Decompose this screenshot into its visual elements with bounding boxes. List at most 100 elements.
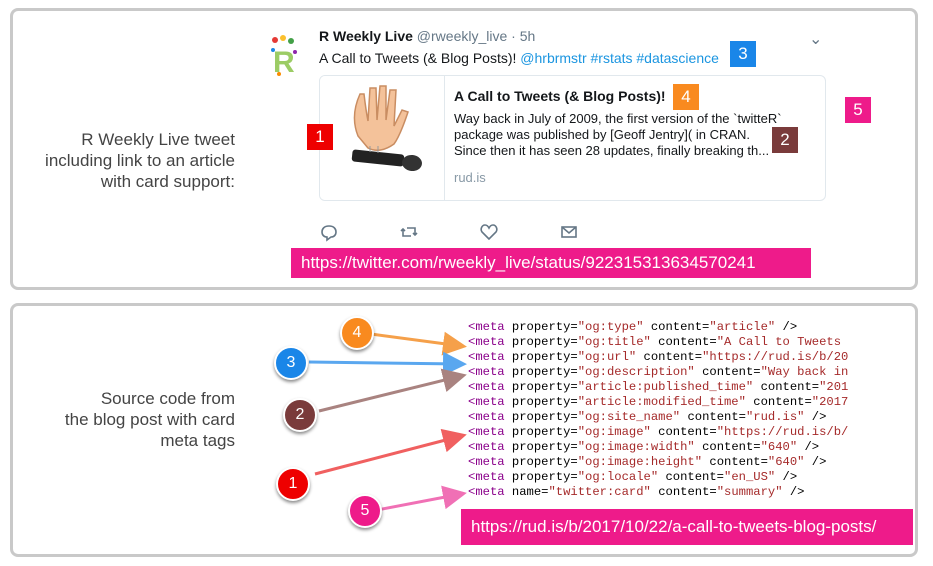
- marker-2-box: 2: [772, 127, 798, 153]
- tweet-text: A Call to Tweets (& Blog Posts)! @hrbrms…: [319, 50, 719, 66]
- meta-tags-code: <meta property="og:type" content="articl…: [468, 320, 890, 500]
- code-prop: "twitter:card": [548, 485, 651, 499]
- marker-1-box: 1: [307, 124, 333, 150]
- tweet-handle-time[interactable]: @rweekly_live · 5h: [417, 28, 535, 44]
- code-value: "summary": [716, 485, 783, 499]
- code-line: <meta property="article:published_time" …: [468, 380, 890, 395]
- code-tag: <meta: [468, 365, 505, 379]
- link-card[interactable]: A Call to Tweets (& Blog Posts)! Way bac…: [319, 75, 826, 201]
- code-attr: name=: [504, 485, 549, 499]
- code-end: />: [775, 470, 798, 484]
- arrow-2: [318, 368, 467, 413]
- card-desc-line: Way back in July of 2009, the first vers…: [454, 111, 782, 126]
- code-prop: "og:image": [577, 425, 651, 439]
- code-line: <meta property="og:url" content="https:/…: [468, 350, 890, 365]
- code-tag: <meta: [468, 410, 505, 424]
- code-attr: property=: [504, 470, 578, 484]
- code-tag: <meta: [468, 455, 505, 469]
- tweet-text-body: A Call to Tweets (& Blog Posts)!: [319, 50, 521, 66]
- code-tag: <meta: [468, 320, 505, 334]
- card-domain[interactable]: rud.is: [454, 170, 486, 185]
- tweet-author[interactable]: R Weekly Live @rweekly_live · 5h: [319, 28, 535, 44]
- code-tag: <meta: [468, 350, 505, 364]
- code-prop: "og:image:width": [577, 440, 695, 454]
- code-tag: <meta: [468, 380, 505, 394]
- source-panel: Source code from the blog post with card…: [10, 303, 918, 557]
- card-desc-line: Since then it has seen 28 updates, final…: [454, 143, 770, 158]
- arrow-5: [376, 485, 467, 512]
- code-tag: <meta: [468, 440, 505, 454]
- hand-mic-drop-image: [320, 76, 445, 200]
- code-line: <meta property="og:title" content="A Cal…: [468, 335, 890, 350]
- code-tag: <meta: [468, 395, 505, 409]
- code-value: "rud.is": [745, 410, 805, 424]
- code-end: />: [782, 485, 805, 499]
- marker-5-circle: 5: [348, 494, 382, 528]
- marker-5-box: 5: [845, 97, 871, 123]
- card-description: Way back in July of 2009, the first vers…: [454, 111, 800, 159]
- tweet-caption: R Weekly Live tweet including link to an…: [45, 130, 235, 191]
- code-line: <meta property="og:image:height" content…: [468, 455, 890, 470]
- marker-4-box: 4: [673, 84, 699, 110]
- code-tag: <meta: [468, 485, 505, 499]
- code-attr: property=: [504, 440, 578, 454]
- code-line: <meta property="og:description" content=…: [468, 365, 890, 380]
- code-attr: content=: [658, 470, 724, 484]
- marker-3-box: 3: [730, 41, 756, 67]
- code-attr: property=: [504, 455, 578, 469]
- chevron-down-icon[interactable]: ⌄: [809, 29, 822, 49]
- code-prop: "og:url": [577, 350, 637, 364]
- r-weekly-avatar[interactable]: R: [267, 34, 301, 78]
- code-attr: content=: [636, 350, 703, 364]
- code-attr: content=: [745, 395, 812, 409]
- code-attr: property=: [504, 350, 578, 364]
- code-prop: "og:description": [577, 365, 695, 379]
- code-attr: content=: [643, 320, 710, 334]
- code-prop: "og:site_name": [577, 410, 681, 424]
- code-attr: content=: [680, 410, 746, 424]
- like-icon[interactable]: [479, 222, 499, 242]
- tweet-actions: [319, 222, 589, 242]
- code-line: <meta property="og:locale" content="en_U…: [468, 470, 890, 485]
- tweet-links[interactable]: @hrbrmstr #rstats #datascience: [520, 50, 719, 66]
- code-attr: content=: [650, 485, 717, 499]
- code-value: "https://rud.is/b/: [716, 425, 849, 439]
- message-icon[interactable]: [559, 222, 579, 242]
- code-attr: content=: [753, 380, 820, 394]
- code-attr: content=: [650, 425, 717, 439]
- code-line: <meta property="og:site_name" content="r…: [468, 410, 890, 425]
- code-end: />: [797, 440, 820, 454]
- code-line: <meta property="og:image" content="https…: [468, 425, 890, 440]
- code-attr: property=: [504, 380, 578, 394]
- code-value: "article": [709, 320, 776, 334]
- arrow-3: [308, 351, 467, 376]
- marker-4-circle: 4: [340, 316, 374, 350]
- code-line: <meta property="og:image:width" content=…: [468, 440, 890, 455]
- code-attr: property=: [504, 335, 578, 349]
- code-end: />: [804, 410, 827, 424]
- code-line: <meta property="og:type" content="articl…: [468, 320, 890, 335]
- code-tag: <meta: [468, 425, 505, 439]
- arrow-4: [370, 331, 467, 356]
- post-url-label: https://rud.is/b/2017/10/22/a-call-to-tw…: [461, 509, 913, 545]
- code-end: />: [804, 455, 827, 469]
- tweet-url-label: https://twitter.com/rweekly_live/status/…: [291, 248, 811, 278]
- tweet-author-name[interactable]: R Weekly Live: [319, 28, 413, 44]
- code-attr: property=: [504, 320, 578, 334]
- code-prop: "article:modified_time": [577, 395, 746, 409]
- reply-icon[interactable]: [319, 222, 339, 242]
- code-prop: "og:image:height": [577, 455, 703, 469]
- code-value: "201: [819, 380, 849, 394]
- code-prop: "og:locale": [577, 470, 659, 484]
- code-line: <meta property="article:modified_time" c…: [468, 395, 890, 410]
- retweet-icon[interactable]: [399, 222, 419, 242]
- code-value: "Way back in: [760, 365, 849, 379]
- svg-text:R: R: [273, 46, 295, 78]
- code-prop: "og:type": [577, 320, 644, 334]
- code-end: />: [775, 320, 798, 334]
- code-value: "640": [760, 440, 798, 454]
- marker-3-circle: 3: [274, 346, 308, 380]
- card-title[interactable]: A Call to Tweets (& Blog Posts)!: [454, 88, 666, 104]
- marker-1-circle: 1: [276, 467, 310, 501]
- code-tag: <meta: [468, 335, 505, 349]
